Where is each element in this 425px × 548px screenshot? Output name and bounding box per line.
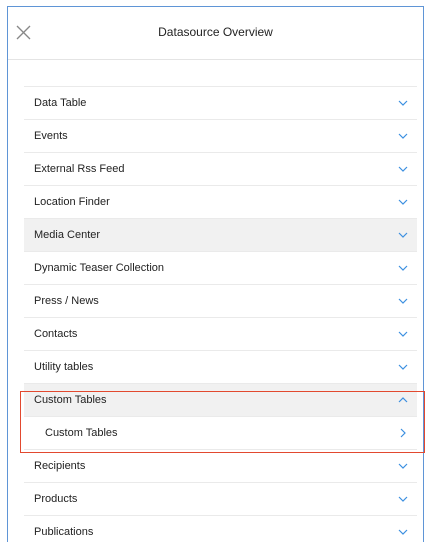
sub-item-custom-tables[interactable]: Custom Tables: [24, 416, 417, 449]
list-item-label: Utility tables: [34, 361, 94, 373]
page-title: Datasource Overview: [158, 25, 273, 39]
list-item-press-news[interactable]: Press / News: [24, 284, 417, 317]
chevron-right-icon: [400, 428, 406, 438]
chevron-down-icon: [398, 265, 408, 271]
chevron-down-icon: [398, 298, 408, 304]
list-item-utility-tables[interactable]: Utility tables: [24, 350, 417, 383]
list-item-recipients[interactable]: Recipients: [24, 449, 417, 482]
list-item-publications[interactable]: Publications: [24, 515, 417, 548]
chevron-down-icon: [398, 199, 408, 205]
list-item-products[interactable]: Products: [24, 482, 417, 515]
list-item-custom-tables[interactable]: Custom Tables: [24, 383, 417, 416]
list-item-label: Data Table: [34, 97, 87, 109]
list-item-contacts[interactable]: Contacts: [24, 317, 417, 350]
list-item-label: Location Finder: [34, 196, 110, 208]
list-item-events[interactable]: Events: [24, 119, 417, 152]
list-item-label: Dynamic Teaser Collection: [34, 262, 165, 274]
list-item-label: Contacts: [34, 328, 78, 340]
chevron-down-icon: [398, 463, 408, 469]
list-item-label: Custom Tables: [34, 394, 107, 406]
datasource-list: Data Table Events External Rss Feed Loca…: [24, 86, 417, 548]
list-item-dynamic-teaser-collection[interactable]: Dynamic Teaser Collection: [24, 251, 417, 284]
list-item-label: Events: [34, 130, 68, 142]
chevron-down-icon: [398, 364, 408, 370]
list-item-location-finder[interactable]: Location Finder: [24, 185, 417, 218]
list-item-label: Press / News: [34, 295, 99, 307]
chevron-down-icon: [398, 133, 408, 139]
chevron-down-icon: [398, 496, 408, 502]
chevron-down-icon: [398, 529, 408, 535]
list-item-label: Recipients: [34, 460, 86, 472]
list-item-label: Publications: [34, 526, 94, 538]
panel-header: Datasource Overview: [8, 7, 423, 60]
list-item-label: External Rss Feed: [34, 163, 125, 175]
chevron-up-icon: [398, 397, 408, 403]
list-item-data-table[interactable]: Data Table: [24, 86, 417, 119]
list-item-label: Products: [34, 493, 78, 505]
list-item-external-rss-feed[interactable]: External Rss Feed: [24, 152, 417, 185]
chevron-down-icon: [398, 100, 408, 106]
sub-item-label: Custom Tables: [45, 427, 118, 439]
chevron-down-icon: [398, 232, 408, 238]
list-item-media-center[interactable]: Media Center: [24, 218, 417, 251]
datasource-panel: Datasource Overview Data Table Events Ex…: [7, 6, 425, 542]
list-item-label: Media Center: [34, 229, 101, 241]
chevron-down-icon: [398, 166, 408, 172]
chevron-down-icon: [398, 331, 408, 337]
